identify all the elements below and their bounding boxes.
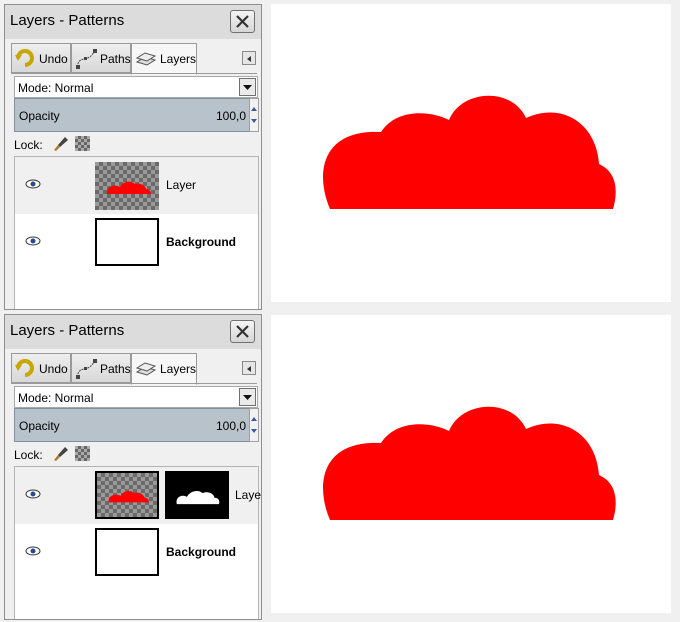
close-button[interactable]	[230, 10, 255, 33]
layer-row[interactable]: Laye	[15, 467, 262, 524]
layers-icon	[135, 362, 157, 376]
opacity-slider[interactable]: Opacity 100,0	[14, 98, 250, 132]
layer-list: Layer Background	[14, 156, 259, 309]
tab-undo[interactable]: Undo	[11, 43, 71, 73]
layers-dock-1: Layers - Patterns Undo Paths Layers Mode…	[4, 4, 262, 310]
brush-icon[interactable]	[53, 136, 69, 152]
opacity-spinner[interactable]	[249, 98, 259, 132]
mask-cloud-shape	[176, 491, 220, 505]
mode-label: Mode: Normal	[18, 391, 94, 405]
opacity-slider[interactable]: Opacity 100,0	[14, 408, 250, 442]
tab-menu-icon	[247, 56, 251, 62]
eye-icon[interactable]	[25, 545, 41, 557]
layer-list: Laye Background	[14, 466, 262, 619]
eye-icon[interactable]	[25, 235, 41, 247]
tab-layers-label: Layers	[160, 362, 197, 376]
cloud-shape	[323, 95, 616, 209]
lock-label: Lock:	[14, 138, 43, 152]
tab-menu-button[interactable]	[242, 361, 256, 375]
close-icon	[236, 325, 249, 338]
dock-title: Layers - Patterns	[10, 322, 125, 339]
undo-icon	[15, 359, 34, 377]
tab-menu-icon	[247, 366, 251, 372]
layer-name: Background	[166, 235, 237, 249]
layer-row[interactable]: Layer	[15, 157, 258, 214]
tab-undo-label: Undo	[39, 52, 68, 66]
tab-paths-label: Paths	[100, 52, 131, 66]
lock-label: Lock:	[14, 448, 43, 462]
dock-title: Layers - Patterns	[10, 12, 125, 29]
background-thumbnail[interactable]	[95, 218, 159, 266]
eye-icon[interactable]	[25, 488, 41, 500]
spin-arrows-icon	[251, 107, 257, 123]
checker-icon[interactable]	[75, 446, 90, 461]
image-canvas[interactable]	[271, 315, 671, 613]
chevron-down-icon	[243, 85, 252, 90]
layer-mask-thumbnail[interactable]	[165, 471, 229, 519]
chevron-down-icon	[243, 395, 252, 400]
layer-thumbnail[interactable]	[95, 471, 159, 519]
layers-icon	[135, 52, 157, 66]
layer-name: Laye	[235, 488, 262, 502]
layer-name: Background	[166, 545, 237, 559]
close-icon	[236, 15, 249, 28]
layer-name: Layer	[166, 178, 197, 192]
brush-icon[interactable]	[53, 446, 69, 462]
checker-icon[interactable]	[75, 136, 90, 151]
spin-arrows-icon	[251, 417, 257, 433]
cloud-thumbnail	[108, 490, 149, 503]
background-thumbnail[interactable]	[95, 528, 159, 576]
dock-titlebar: Layers - Patterns	[5, 5, 261, 39]
tab-undo-label: Undo	[39, 362, 68, 376]
cloud-shape	[323, 406, 616, 520]
tab-paths[interactable]: Paths	[71, 43, 131, 73]
paths-icon	[76, 359, 97, 379]
tab-undo[interactable]: Undo	[11, 353, 71, 383]
tab-paths[interactable]: Paths	[71, 353, 131, 383]
mode-dropdown-button[interactable]	[239, 78, 256, 96]
tab-layers-label: Layers	[160, 52, 197, 66]
dock-titlebar: Layers - Patterns	[5, 315, 261, 349]
tab-strip-divider	[11, 73, 257, 74]
tab-layers[interactable]: Layers	[131, 43, 197, 75]
mode-dropdown-button[interactable]	[239, 388, 256, 406]
tab-menu-button[interactable]	[242, 51, 256, 65]
paths-icon	[76, 49, 97, 69]
layer-row[interactable]: Background	[15, 524, 258, 581]
tab-layers[interactable]: Layers	[131, 353, 197, 385]
image-canvas[interactable]	[271, 4, 671, 302]
layer-row[interactable]: Background	[15, 214, 258, 271]
opacity-spinner[interactable]	[249, 408, 259, 442]
close-button[interactable]	[230, 320, 255, 343]
undo-icon	[15, 49, 34, 67]
opacity-label: Opacity	[19, 419, 60, 433]
cloud-thumbnail	[106, 181, 151, 194]
opacity-label: Opacity	[19, 109, 60, 123]
layers-dock-2: Layers - Patterns Undo Paths Layers Mode…	[4, 314, 262, 620]
opacity-value: 100,0	[215, 109, 246, 123]
layer-thumbnail[interactable]	[95, 162, 159, 210]
mode-select[interactable]: Mode: Normal	[14, 386, 258, 408]
mode-select[interactable]: Mode: Normal	[14, 76, 258, 98]
eye-icon[interactable]	[25, 178, 41, 190]
tab-paths-label: Paths	[100, 362, 131, 376]
opacity-value: 100,0	[215, 419, 246, 433]
mode-label: Mode: Normal	[18, 81, 94, 95]
tab-strip-divider	[11, 383, 257, 384]
